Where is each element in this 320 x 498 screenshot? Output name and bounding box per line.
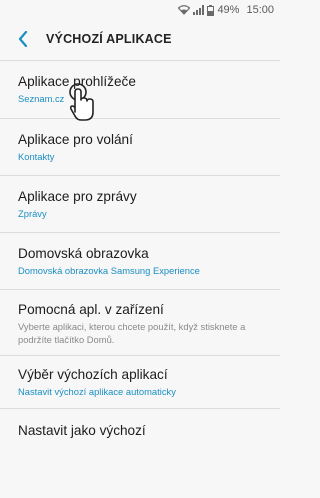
chevron-left-icon: [18, 31, 28, 47]
list-item-messages-app[interactable]: Aplikace pro zprávy Zprávy: [0, 175, 280, 232]
item-value: Nastavit výchozí aplikace automaticky: [18, 386, 176, 397]
app-bar: VÝCHOZÍ APLIKACE: [0, 20, 280, 58]
list-item-device-assist[interactable]: Pomocná apl. v zařízení Vyberte aplikaci…: [0, 289, 280, 355]
back-button[interactable]: [14, 27, 32, 51]
item-description: Vyberte aplikaci, kterou chcete použít, …: [18, 321, 246, 345]
item-title: Domovská obrazovka: [18, 246, 149, 261]
status-bar: 49% 15:00: [0, 0, 280, 20]
clock: 15:00: [246, 4, 274, 16]
battery-icon: [207, 4, 215, 16]
item-title: Aplikace pro volání: [18, 132, 133, 147]
item-value: Zprávy: [18, 208, 47, 219]
hand-pointer-icon: [66, 82, 98, 122]
item-value: Kontakty: [18, 151, 55, 162]
item-title: Aplikace prohlížeče: [18, 74, 136, 89]
settings-list: Aplikace prohlížeče Seznam.cz Aplikace p…: [0, 60, 280, 454]
signal-icon: [193, 5, 205, 15]
page-title: VÝCHOZÍ APLIKACE: [46, 32, 172, 46]
list-item-browser-app[interactable]: Aplikace prohlížeče Seznam.cz: [0, 60, 280, 118]
list-item-set-as-default[interactable]: Nastavit jako výchozí: [0, 408, 280, 454]
battery-percent: 49%: [217, 4, 240, 16]
wifi-icon: [178, 5, 191, 15]
item-title: Nastavit jako výchozí: [18, 423, 146, 438]
list-item-default-apps-selection[interactable]: Výběr výchozích aplikací Nastavit výchoz…: [0, 355, 280, 408]
list-item-home-screen[interactable]: Domovská obrazovka Domovská obrazovka Sa…: [0, 232, 280, 289]
item-title: Aplikace pro zprávy: [18, 189, 137, 204]
item-value: Domovská obrazovka Samsung Experience: [18, 265, 200, 276]
item-title: Pomocná apl. v zařízení: [18, 302, 164, 317]
list-item-call-app[interactable]: Aplikace pro volání Kontakty: [0, 118, 280, 175]
item-value: Seznam.cz: [18, 93, 65, 104]
item-title: Výběr výchozích aplikací: [18, 367, 168, 382]
